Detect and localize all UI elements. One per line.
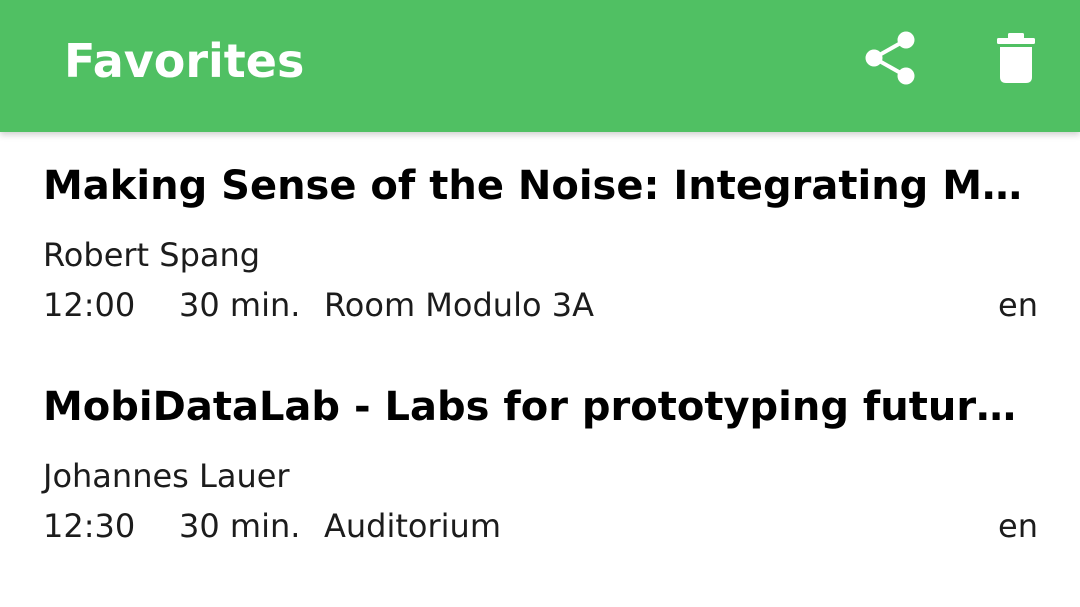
delete-button[interactable] — [984, 26, 1048, 90]
session-speaker: Robert Spang — [43, 236, 261, 274]
session-item[interactable]: Making Sense of the Noise: Integrating M… — [0, 132, 1080, 353]
app-bar: Favorites — [0, 0, 1080, 132]
session-time: 12:30 — [43, 507, 136, 545]
session-room: Auditorium — [324, 507, 501, 545]
session-language: en — [998, 507, 1038, 545]
session-language: en — [998, 286, 1038, 324]
session-room: Room Modulo 3A — [324, 286, 594, 324]
page-title: Favorites — [64, 34, 305, 88]
share-button[interactable] — [858, 26, 922, 90]
session-time: 12:00 — [43, 286, 136, 324]
session-title: MobiDataLab - Labs for prototyping futur… — [43, 384, 1017, 430]
session-meta: 12:00 30 min. Room Modulo 3A en — [43, 283, 1038, 327]
session-item[interactable]: MobiDataLab - Labs for prototyping futur… — [0, 353, 1080, 574]
session-duration: 30 min. — [179, 286, 301, 324]
delete-icon — [997, 33, 1035, 83]
session-duration: 30 min. — [179, 507, 301, 545]
session-meta: 12:30 30 min. Auditorium en — [43, 504, 1038, 548]
share-icon — [865, 31, 915, 85]
session-title: Making Sense of the Noise: Integrating M… — [43, 163, 1023, 209]
favorites-list: Making Sense of the Noise: Integrating M… — [0, 132, 1080, 607]
session-speaker: Johannes Lauer — [43, 457, 290, 495]
